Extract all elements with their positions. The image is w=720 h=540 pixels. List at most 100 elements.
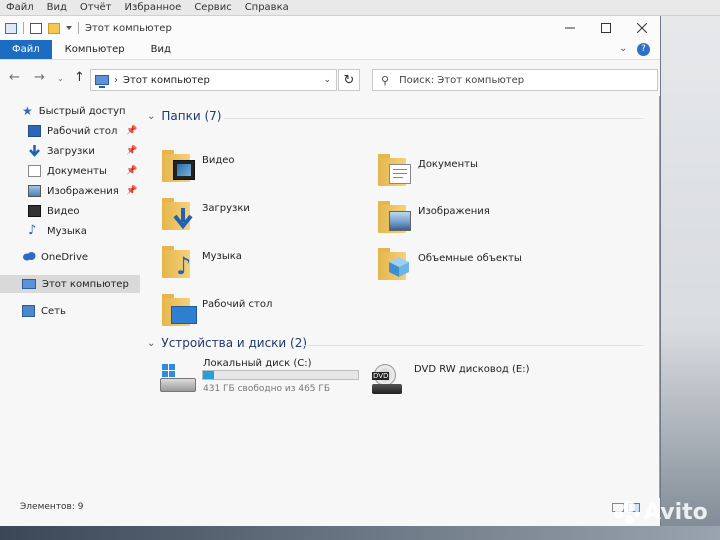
- pictures-icon: [28, 185, 41, 197]
- recent-locations-icon[interactable]: ⌄: [57, 74, 64, 83]
- background-window: [661, 16, 720, 540]
- breadcrumb-chevron-icon: ›: [114, 74, 118, 86]
- group-title: Папки (7): [161, 109, 222, 123]
- maximize-icon: [601, 23, 611, 33]
- title-bar: Этот компьютер: [0, 16, 660, 40]
- drive-name: Локальный диск (C:): [203, 358, 312, 369]
- folder-desktop[interactable]: Рабочий стол: [162, 292, 362, 336]
- collapse-chevron-icon: ⌄: [147, 110, 156, 122]
- help-icon[interactable]: ?: [637, 43, 650, 56]
- computer-icon: [95, 75, 109, 88]
- address-bar[interactable]: › Этот компьютер ⌄: [90, 69, 337, 91]
- folder-documents[interactable]: Документы: [378, 152, 578, 196]
- folder-pictures[interactable]: Изображения: [378, 199, 578, 243]
- sidebar-item-network[interactable]: Сеть: [22, 302, 66, 320]
- sidebar-item-label: Этот компьютер: [42, 278, 129, 290]
- explorer-window: Этот компьютер Файл Компьютер Вид ⌄ ? ← …: [0, 16, 660, 526]
- properties-icon[interactable]: [30, 22, 42, 34]
- navigation-bar: ← → ⌄ ↑ › Этот компьютер ⌄ ↻ ⚲: [0, 60, 660, 96]
- item-count: Элементов: 9: [20, 502, 84, 512]
- app-menubar: Файл Вид Отчёт Избранное Сервис Справка: [0, 0, 720, 16]
- window-title: Этот компьютер: [85, 22, 172, 34]
- search-box[interactable]: ⚲: [372, 69, 658, 91]
- downloads-folder-icon: [162, 196, 196, 230]
- expand-ribbon-icon[interactable]: ⌄: [619, 43, 627, 54]
- close-icon: [637, 23, 647, 33]
- group-divider: [300, 345, 644, 346]
- folder-label: Видео: [202, 155, 235, 166]
- folder-downloads[interactable]: Загрузки: [162, 196, 362, 240]
- pin-icon[interactable]: 📌: [126, 126, 137, 136]
- sidebar-item-desktop[interactable]: Рабочий стол 📌: [28, 122, 140, 140]
- tab-file[interactable]: Файл: [0, 40, 52, 59]
- sidebar-item-videos[interactable]: Видео: [28, 202, 80, 220]
- group-title: Устройства и диски (2): [161, 336, 308, 350]
- toolbar-divider: [23, 22, 24, 34]
- back-arrow-icon[interactable]: ←: [9, 70, 20, 85]
- drive-usage-fill: [203, 371, 215, 379]
- collapse-chevron-icon: ⌄: [147, 337, 156, 349]
- tab-view[interactable]: Вид: [138, 40, 184, 59]
- sidebar-item-label: Видео: [47, 205, 80, 217]
- ribbon: Файл Компьютер Вид ⌄ ?: [0, 40, 660, 60]
- up-arrow-icon[interactable]: ↑: [74, 70, 85, 85]
- devices-group-header[interactable]: ⌄ Устройства и диски (2): [147, 336, 307, 350]
- star-icon: ★: [22, 104, 33, 118]
- quick-access-toolbar: [0, 22, 79, 34]
- sidebar-item-label: Быстрый доступ: [38, 105, 126, 117]
- search-input[interactable]: [399, 74, 630, 86]
- menu-tools[interactable]: Сервис: [194, 2, 231, 13]
- avito-watermark: Avito: [614, 500, 708, 525]
- dvd-drive-icon: DVD: [372, 364, 406, 394]
- maximize-button[interactable]: [588, 16, 624, 40]
- taskbar-edge: [0, 526, 720, 540]
- drive-name: DVD RW дисковод (E:): [414, 364, 530, 375]
- tab-computer[interactable]: Компьютер: [52, 40, 138, 59]
- network-icon: [22, 305, 35, 317]
- desktop-folder-icon: [162, 292, 197, 326]
- folders-group-header[interactable]: ⌄ Папки (7): [147, 109, 221, 123]
- breadcrumb[interactable]: Этот компьютер: [123, 75, 210, 86]
- menu-file[interactable]: Файл: [6, 2, 34, 13]
- drive-usage-bar: [202, 370, 359, 380]
- sidebar-item-music[interactable]: ♪ Музыка: [28, 222, 87, 240]
- drive-dvd-e[interactable]: DVD DVD RW дисковод (E:): [372, 360, 572, 400]
- dvd-badge: DVD: [372, 372, 390, 380]
- 3d-objects-folder-icon: [378, 246, 412, 280]
- folder-3d-objects[interactable]: Объемные объекты: [378, 246, 578, 290]
- new-folder-icon[interactable]: [48, 22, 60, 34]
- sidebar-item-label: Документы: [47, 165, 107, 177]
- computer-icon: [5, 22, 17, 34]
- folder-music[interactable]: ♪ Музыка: [162, 244, 362, 288]
- pin-icon[interactable]: 📌: [126, 186, 137, 196]
- status-bar: Элементов: 9: [0, 498, 660, 526]
- pin-icon[interactable]: 📌: [126, 166, 137, 176]
- sidebar-item-label: Изображения: [47, 185, 119, 197]
- avito-logo-text: Avito: [644, 500, 708, 525]
- customize-toolbar-icon[interactable]: [66, 26, 72, 30]
- menu-report[interactable]: Отчёт: [80, 2, 112, 13]
- music-folder-icon: ♪: [162, 244, 196, 280]
- sidebar-item-quick-access[interactable]: ★ Быстрый доступ: [22, 102, 126, 120]
- drive-free-space: 431 ГБ свободно из 465 ГБ: [203, 384, 331, 394]
- menu-favorites[interactable]: Избранное: [125, 2, 182, 13]
- pin-icon[interactable]: 📌: [126, 146, 137, 156]
- folder-videos[interactable]: Видео: [162, 148, 362, 192]
- menu-view[interactable]: Вид: [47, 2, 67, 13]
- forward-arrow-icon[interactable]: →: [34, 70, 45, 85]
- sidebar-item-documents[interactable]: Документы 📌: [28, 162, 140, 180]
- minimize-button[interactable]: [552, 16, 588, 40]
- folder-label: Музыка: [202, 251, 242, 262]
- sidebar-item-downloads[interactable]: Загрузки 📌: [28, 142, 140, 160]
- address-history-dropdown-icon[interactable]: ⌄: [323, 75, 331, 85]
- close-button[interactable]: [624, 16, 660, 40]
- sidebar-item-this-pc[interactable]: Этот компьютер: [0, 275, 140, 293]
- refresh-button[interactable]: ↻: [338, 69, 360, 91]
- sidebar-item-pictures[interactable]: Изображения 📌: [28, 182, 140, 200]
- sidebar-item-onedrive[interactable]: OneDrive: [22, 248, 88, 266]
- download-icon: [28, 145, 41, 157]
- search-icon: ⚲: [381, 73, 390, 87]
- menu-help[interactable]: Справка: [245, 2, 289, 13]
- cloud-icon: [22, 251, 36, 263]
- content-pane: ⌄ Папки (7) Видео Загрузки ♪ Музыка Рабо…: [142, 96, 658, 516]
